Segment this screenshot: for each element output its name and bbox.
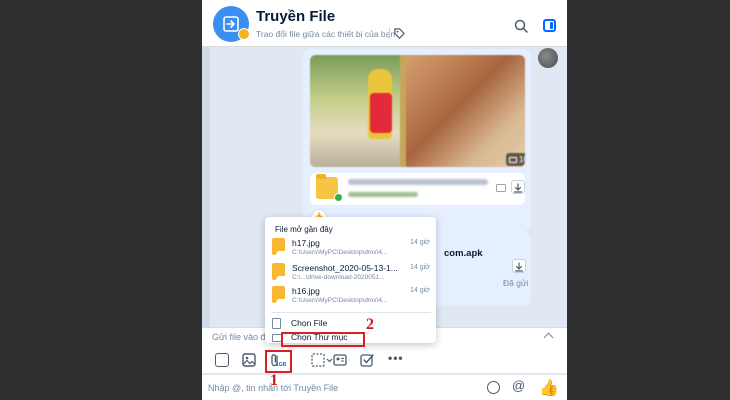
annotation-mark-2: 2 (366, 316, 374, 333)
image-file-icon (272, 263, 288, 281)
contact-card-icon[interactable] (333, 353, 347, 367)
tag-icon[interactable] (393, 27, 406, 40)
quick-like-icon[interactable]: 👍 (539, 378, 559, 398)
verified-badge-icon (238, 28, 250, 40)
list-item[interactable]: h16.jpg C:\Users\MyPC\Desktop\dmx\4... 1… (272, 286, 432, 308)
attach-file-menu: File mở gần đây h17.jpg C:\Users\MyPC\De… (265, 217, 436, 343)
divider (389, 28, 390, 39)
image-icon[interactable] (242, 353, 256, 367)
message-input-bar: @ 👍 (202, 375, 567, 400)
message-input[interactable] (208, 379, 468, 396)
composer-toolbar: 1GB ••• (202, 347, 567, 374)
emoji-icon[interactable] (487, 381, 500, 394)
sticker-icon[interactable] (215, 353, 229, 367)
page-title: Truyền File (256, 8, 336, 25)
more-options-icon[interactable]: ••• (388, 351, 404, 365)
annotation-mark-1: 1 (270, 372, 278, 389)
screenshot-icon[interactable] (311, 353, 333, 367)
send-target-label: Gửi file vào đâ (212, 332, 271, 342)
chevron-up-icon[interactable] (543, 332, 554, 343)
highlight-box-folder (281, 332, 365, 347)
highlight-box-attach (265, 350, 292, 373)
download-icon (514, 262, 524, 272)
mention-icon[interactable]: @ (512, 378, 525, 393)
status-badge: Đã gửi (503, 278, 529, 288)
blurred-file-name (348, 179, 488, 185)
file-attachment[interactable] (310, 173, 525, 205)
page-subtitle: Trao đổi file giữa các thiết bị của bạn (256, 29, 396, 39)
list-item[interactable]: Screenshot_2020-05-13-1... C:\...\drive-… (272, 263, 432, 285)
open-folder-icon[interactable] (496, 184, 506, 192)
image-icon (509, 156, 517, 163)
avatar[interactable] (538, 48, 558, 68)
file-name[interactable]: com.apk (444, 248, 483, 259)
app-window: Truyền File Trao đổi file giữa các thiết… (202, 0, 567, 400)
blurred-file-info (348, 192, 418, 197)
download-icon (513, 183, 523, 193)
image-file-icon (272, 286, 288, 304)
photo-count-badge: 10 (506, 153, 525, 166)
photo-thumbnail[interactable]: 10 (310, 55, 525, 167)
choose-file-option[interactable]: Chọn File (272, 317, 432, 331)
download-button[interactable] (512, 259, 526, 273)
side-panel-toggle-icon[interactable] (543, 19, 556, 32)
message-bubble: 10 👍 (303, 49, 531, 231)
divider (271, 312, 431, 313)
check-icon (334, 193, 343, 202)
image-file-icon (272, 238, 288, 256)
recent-files-heading: File mở gần đây (275, 225, 333, 234)
task-check-icon[interactable] (360, 353, 374, 367)
list-item[interactable]: h17.jpg C:\Users\MyPC\Desktop\dmx\4... 1… (272, 238, 432, 260)
search-icon[interactable] (514, 19, 528, 33)
file-icon (272, 318, 281, 329)
scrollbar[interactable] (202, 47, 210, 327)
chat-header: Truyền File Trao đổi file giữa các thiết… (202, 0, 567, 47)
download-button[interactable] (511, 180, 525, 194)
